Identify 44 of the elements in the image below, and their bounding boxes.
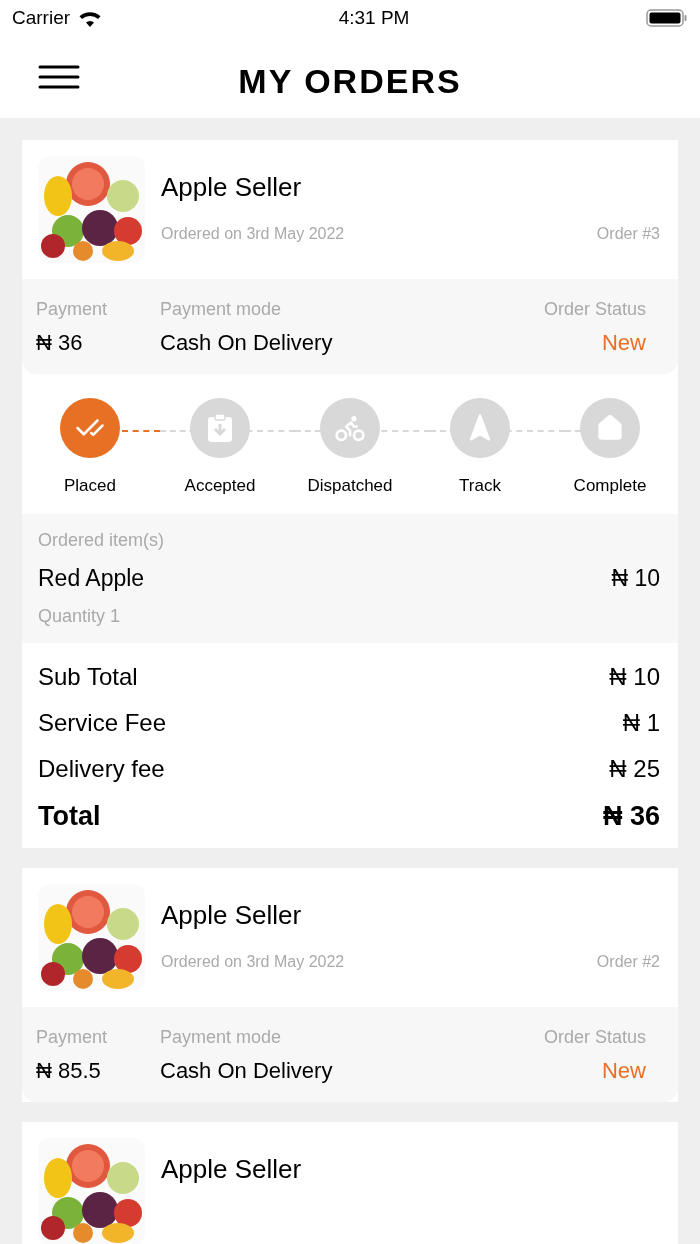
order-number: Order #2	[596, 953, 660, 971]
seller-name: Apple Seller	[161, 172, 303, 203]
total-label: Delivery fee	[38, 755, 165, 783]
battery-icon	[646, 8, 688, 28]
order-status: New	[602, 1058, 646, 1084]
payment-mode: Cash On Delivery	[160, 330, 334, 356]
payment-mode-label: Payment mode	[160, 1027, 283, 1048]
total-value: ₦ 1	[622, 709, 660, 737]
carrier-name: Carrier	[12, 7, 71, 29]
payment-label: Payment	[36, 299, 109, 320]
total-label: Sub Total	[38, 663, 138, 691]
step-label: Accepted	[184, 476, 256, 496]
step-label: Track	[459, 476, 501, 496]
total-value: ₦ 10	[609, 663, 660, 691]
item-price: ₦ 10	[611, 565, 660, 592]
item-quantity: Quantity 1	[38, 606, 122, 627]
step-label: Complete	[573, 476, 647, 496]
order-date: Ordered on 3rd May 2022	[161, 953, 345, 971]
total-label: Total	[38, 801, 101, 832]
order-status-label: Order Status	[543, 299, 646, 320]
clock-time: 4:31 PM	[338, 7, 410, 29]
payment-mode-label: Payment mode	[160, 299, 283, 320]
payment-amount: ₦ 36	[36, 330, 84, 356]
step-label: Placed	[64, 476, 116, 496]
payment-amount: ₦ 85.5	[36, 1058, 102, 1084]
page-title: MY ORDERS	[237, 60, 463, 101]
wifi-icon	[78, 9, 103, 27]
order-status-label: Order Status	[543, 1027, 646, 1048]
order-number: Order #3	[596, 225, 660, 243]
items-label: Ordered item(s)	[38, 530, 166, 551]
order-date: Ordered on 3rd May 2022	[161, 225, 345, 243]
total-label: Service Fee	[38, 709, 167, 737]
step-label: Dispatched	[307, 476, 393, 496]
total-value: ₦ 36	[602, 801, 660, 832]
clipboard-icon	[206, 413, 234, 443]
payment-mode: Cash On Delivery	[160, 1058, 334, 1084]
seller-name: Apple Seller	[161, 900, 303, 931]
house-icon	[596, 414, 624, 442]
total-value: ₦ 25	[609, 755, 660, 783]
order-status: New	[602, 330, 646, 356]
menu-icon[interactable]	[38, 64, 80, 90]
payment-label: Payment	[36, 1027, 109, 1048]
seller-name: Apple Seller	[161, 1154, 303, 1185]
item-name: Red Apple	[38, 565, 145, 592]
